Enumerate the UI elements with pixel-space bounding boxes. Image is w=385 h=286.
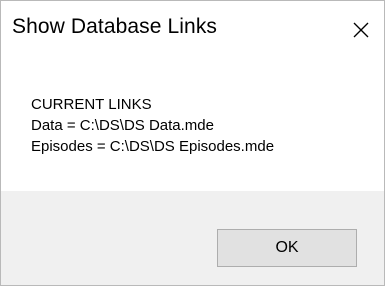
message-text: CURRENT LINKS Data = C:\DS\DS Data.mde E… <box>31 94 274 157</box>
ok-button[interactable]: OK <box>217 229 357 267</box>
title-bar: Show Database Links <box>1 1 384 61</box>
message-area: CURRENT LINKS Data = C:\DS\DS Data.mde E… <box>1 61 384 191</box>
window-title: Show Database Links <box>12 15 218 38</box>
close-icon <box>353 22 369 38</box>
message-line-data: Data = C:\DS\DS Data.mde <box>31 117 214 134</box>
close-button[interactable] <box>338 1 384 59</box>
message-heading: CURRENT LINKS <box>31 96 152 113</box>
button-bar: OK <box>1 191 384 285</box>
message-line-episodes: Episodes = C:\DS\DS Episodes.mde <box>31 138 275 155</box>
message-dialog: Show Database Links CURRENT LINKS Data =… <box>0 0 385 286</box>
